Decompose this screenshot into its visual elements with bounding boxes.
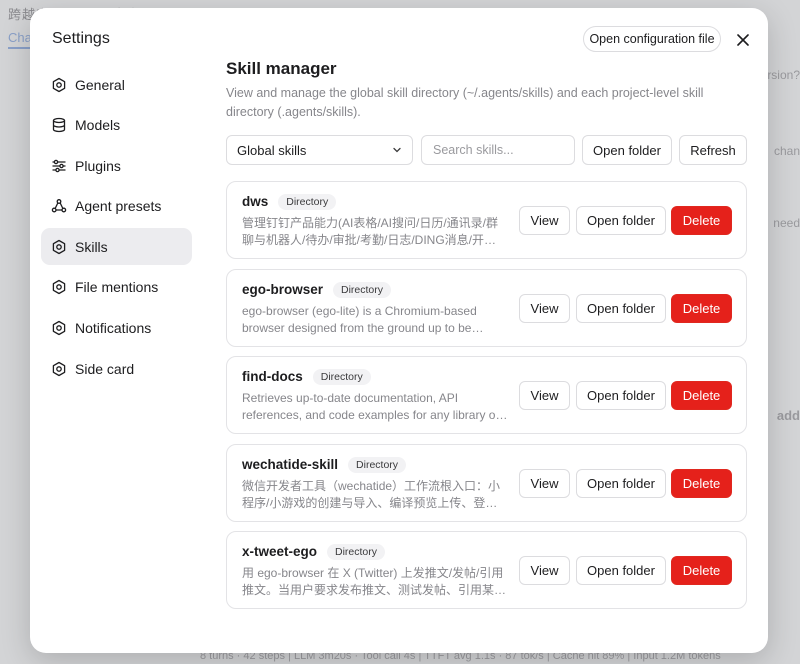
dialog-title: Settings — [52, 30, 110, 47]
skills-toolbar: Global skills Open folder Refresh — [226, 135, 747, 165]
skill-name: x-tweet-ego — [242, 544, 318, 559]
section-description: View and manage the global skill directo… — [226, 86, 704, 119]
view-skill-button[interactable]: View — [519, 206, 570, 235]
skill-name: wechatide-skill — [242, 456, 339, 472]
delete-skill-button[interactable]: Delete — [671, 293, 732, 323]
skill-list: dws Directory 管理钉钉产品能力(AI表格/AI搜问/日历/通讯录/群… — [226, 181, 747, 619]
skill-type-badge: Directory — [278, 194, 337, 210]
gear-icon — [51, 239, 67, 255]
sidebar-item-skills[interactable]: Skills — [41, 228, 192, 266]
skill-description: Retrieves up-to-date documentation, API … — [242, 391, 500, 422]
skill-scope-value: Global skills — [237, 142, 307, 158]
sidebar-item-models[interactable]: Models — [41, 107, 192, 144]
skill-type-badge: Directory — [333, 281, 392, 298]
skill-type-badge: Directory — [312, 369, 371, 385]
background-text: need — [773, 216, 800, 230]
skill-name: find-docs — [242, 369, 303, 384]
open-skill-folder-button[interactable]: Open folder — [576, 293, 666, 323]
settings-dialog: Settings Open configuration file General… — [30, 8, 768, 653]
view-skill-button[interactable]: View — [519, 556, 570, 585]
close-icon[interactable] — [731, 28, 755, 52]
sidebar-item-label: Notifications — [75, 320, 152, 337]
sliders-icon — [51, 158, 67, 174]
skill-card: x-tweet-ego Directory 用 ego-browser 在 X (… — [226, 531, 747, 609]
gear-icon — [51, 77, 67, 93]
background-text: chan — [773, 144, 800, 158]
delete-skill-button[interactable]: Delete — [671, 468, 732, 498]
database-icon — [51, 117, 67, 133]
view-skill-button[interactable]: View — [519, 381, 570, 410]
skill-description: ego-browser (ego-lite) is a Chromium-bas… — [242, 303, 477, 335]
view-skill-button[interactable]: View — [519, 293, 570, 323]
skill-name: dws — [242, 194, 269, 209]
background-text: add — [776, 408, 800, 423]
sidebar-item-agent-presets[interactable]: Agent presets — [41, 188, 192, 225]
gear-icon — [51, 320, 67, 336]
skill-card: find-docs Directory Retrieves up-to-date … — [226, 356, 747, 434]
sidebar-item-label: Skills — [75, 238, 108, 255]
open-skill-folder-button[interactable]: Open folder — [576, 206, 666, 235]
delete-skill-button[interactable]: Delete — [671, 381, 732, 410]
sidebar-item-label: Agent presets — [75, 198, 162, 215]
skill-card: wechatide-skill Directory 微信开发者工具（wechati… — [226, 443, 747, 522]
chevron-down-icon — [392, 143, 402, 158]
sidebar-item-plugins[interactable]: Plugins — [41, 147, 192, 184]
sidebar-item-label: Plugins — [75, 157, 121, 174]
sidebar-item-label: Models — [75, 117, 121, 134]
skill-type-badge: Directory — [327, 544, 386, 560]
skill-description: 用 ego-browser 在 X (Twitter) 上发推文/发帖/引用推文… — [242, 566, 507, 597]
sidebar-item-notifications[interactable]: Notifications — [41, 310, 192, 347]
open-skill-folder-button[interactable]: Open folder — [576, 556, 666, 585]
sidebar-item-file-mentions[interactable]: File mentions — [41, 269, 192, 306]
open-skill-folder-button[interactable]: Open folder — [576, 468, 666, 498]
sidebar-item-label: Side card — [75, 360, 135, 377]
open-folder-button[interactable]: Open folder — [582, 135, 672, 165]
skill-card: dws Directory 管理钉钉产品能力(AI表格/AI搜问/日历/通讯录/群… — [226, 181, 747, 259]
skill-scope-select[interactable]: Global skills — [226, 135, 413, 165]
refresh-button[interactable]: Refresh — [679, 135, 747, 165]
skill-description: 微信开发者工具（wechatide）工作流根入口：小程序/小游戏的创建与导入、编… — [242, 478, 501, 510]
open-configuration-file-button[interactable]: Open configuration file — [583, 26, 721, 52]
gear-icon — [51, 361, 67, 377]
skill-description: 管理钉钉产品能力(AI表格/AI搜问/日历/通讯录/群聊与机器人/待办/审批/考… — [242, 216, 508, 247]
open-skill-folder-button[interactable]: Open folder — [576, 381, 666, 410]
skill-name: ego-browser — [242, 281, 324, 297]
skill-manager-panel: Skill manager View and manage the global… — [226, 58, 747, 609]
sidebar-item-side-card[interactable]: Side card — [41, 350, 192, 387]
delete-skill-button[interactable]: Delete — [671, 556, 732, 585]
skill-card: ego-browser Directory ego-browser (ego-li… — [226, 268, 747, 347]
search-skills-input[interactable] — [421, 135, 575, 165]
sidebar-item-label: General — [75, 76, 125, 93]
gear-icon — [51, 279, 67, 295]
settings-sidebar: General Models Plugins Agent presets Ski… — [41, 66, 192, 391]
delete-skill-button[interactable]: Delete — [671, 206, 732, 235]
sidebar-item-label: File mentions — [75, 279, 159, 296]
agent-icon — [51, 198, 67, 214]
skill-type-badge: Directory — [348, 456, 407, 473]
sidebar-item-general[interactable]: General — [41, 66, 192, 103]
section-title: Skill manager — [226, 59, 337, 78]
view-skill-button[interactable]: View — [519, 468, 570, 498]
